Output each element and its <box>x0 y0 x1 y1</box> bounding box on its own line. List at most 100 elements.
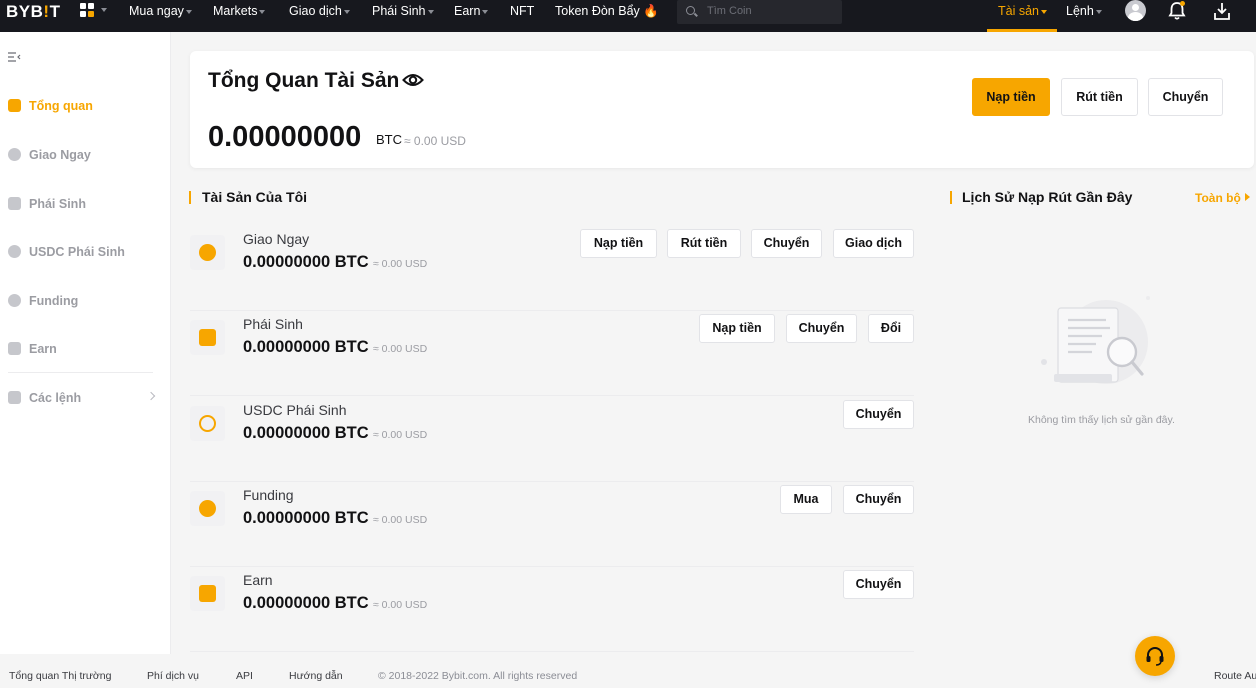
asset-overview-card: Tổng Quan Tài Sản 0.00000000 BTC ≈ 0.00 … <box>190 51 1254 168</box>
nav-item-4[interactable]: Earn <box>454 3 489 19</box>
funding-icon <box>8 294 21 307</box>
footer-link-guide[interactable]: Hướng dẫn <box>289 669 343 683</box>
nav-item-label: Markets <box>213 4 258 18</box>
footer-link-api[interactable]: API <box>236 669 253 683</box>
sidebar-item-4[interactable]: Funding <box>0 291 171 313</box>
asset-name: Earn <box>243 572 273 588</box>
asset-row: Phái Sinh 0.00000000 BTC ≈ 0.00 USD Nạp tiề… <box>190 311 914 396</box>
sidebar: Tổng quan Giao Ngay Phái Sinh USDC Phái Sin… <box>0 32 171 654</box>
sidebar-item-1[interactable]: Giao Ngay <box>0 145 171 167</box>
sidebar-item-2[interactable]: Phái Sinh <box>0 194 171 216</box>
asset-action-button[interactable]: Chuyển <box>751 229 822 258</box>
asset-action-button[interactable]: Rút tiền <box>667 229 741 258</box>
sidebar-item-label: Giao Ngay <box>29 148 91 162</box>
view-all-history-link[interactable]: Toàn bộ <box>1195 190 1241 206</box>
nav-item-6[interactable]: Token Đòn Bẩy 🔥 <box>555 3 659 19</box>
arrow-right-icon <box>1245 193 1250 201</box>
nav-item-label: Token Đòn Bẩy 🔥 <box>555 4 659 18</box>
total-balance-usd: ≈ 0.00 USD <box>404 134 466 148</box>
asset-action-button[interactable]: Giao dịch <box>833 229 914 258</box>
asset-action-button[interactable]: Chuyển <box>786 314 857 343</box>
deposit-button[interactable]: Nạp tiền <box>972 78 1050 116</box>
asset-balance: 0.00000000 BTC <box>243 338 369 356</box>
caret-down-icon <box>482 9 489 14</box>
chevron-right-icon <box>146 391 156 401</box>
asset-action-button[interactable]: Nạp tiền <box>580 229 657 258</box>
asset-name: Giao Ngay <box>243 231 310 247</box>
footer-link-fees[interactable]: Phí dịch vụ <box>147 669 199 683</box>
asset-balance-usd: ≈ 0.00 USD <box>373 343 428 355</box>
piggy-bank-icon <box>190 576 225 611</box>
collapse-sidebar-icon[interactable] <box>7 51 21 63</box>
nav-assets-menu[interactable]: Tài sản <box>998 3 1047 19</box>
nav-item-label: Earn <box>454 4 481 18</box>
section-accent-bar <box>950 191 952 204</box>
derivatives-icon <box>8 197 21 210</box>
nav-item-3[interactable]: Phái Sinh <box>372 3 434 19</box>
usdc-icon <box>190 406 225 441</box>
sidebar-item-label: Earn <box>29 342 57 356</box>
avatar[interactable] <box>1125 0 1146 21</box>
footer: Tổng quan Thị trường Phí dịch vụ API Hướ… <box>0 654 1256 688</box>
nav-item-label: Mua ngay <box>129 4 184 18</box>
usdc-icon <box>8 245 21 258</box>
section-accent-bar <box>189 191 191 204</box>
asset-action-button[interactable]: Mua <box>780 485 832 514</box>
sidebar-item-3[interactable]: USDC Phái Sinh <box>0 242 171 264</box>
download-icon[interactable] <box>1212 1 1232 21</box>
sidebar-item-6[interactable]: Các lệnh <box>0 388 171 410</box>
nav-item-0[interactable]: Mua ngay <box>129 3 192 19</box>
footer-copyright: © 2018-2022 Bybit.com. All rights reserv… <box>378 670 578 682</box>
top-navbar: BYB!T Mua ngay Markets Giao dịch Phái Sinh E… <box>0 0 1256 32</box>
search-box[interactable] <box>677 0 842 24</box>
nav-item-1[interactable]: Markets <box>213 3 266 19</box>
sidebar-item-0[interactable]: Tổng quan <box>0 96 171 118</box>
asset-balance-usd: ≈ 0.00 USD <box>373 599 428 611</box>
asset-action-button[interactable]: Nạp tiền <box>699 314 775 343</box>
apps-grid-icon[interactable] <box>80 3 107 19</box>
nav-orders-menu[interactable]: Lệnh <box>1066 3 1102 19</box>
sidebar-item-label: Phái Sinh <box>29 197 86 211</box>
caret-down-icon <box>427 9 434 14</box>
caret-down-icon <box>185 9 192 14</box>
asset-action-button[interactable]: Đổi <box>868 314 914 343</box>
eye-icon[interactable] <box>402 70 424 90</box>
transfer-button[interactable]: Chuyển <box>1148 78 1223 116</box>
asset-row: Earn 0.00000000 BTC ≈ 0.00 USD Chuyển <box>190 567 914 652</box>
caret-down-icon <box>259 9 266 14</box>
asset-balance: 0.00000000 BTC <box>243 424 369 442</box>
total-balance-unit: BTC <box>376 132 402 147</box>
orders-icon <box>8 391 21 404</box>
footer-link-market-overview[interactable]: Tổng quan Thị trường <box>9 669 111 683</box>
sidebar-item-5[interactable]: Earn <box>0 339 171 361</box>
sidebar-divider <box>8 372 153 373</box>
sidebar-item-label: USDC Phái Sinh <box>29 245 125 259</box>
asset-row: Funding 0.00000000 BTC ≈ 0.00 USD Mua Chuyển <box>190 482 914 567</box>
sidebar-item-label: Funding <box>29 294 79 308</box>
asset-balance: 0.00000000 BTC <box>243 253 369 271</box>
empty-history-illustration <box>1041 296 1150 384</box>
bell-icon[interactable] <box>1167 0 1187 22</box>
total-balance: 0.00000000 <box>208 121 362 153</box>
active-tab-underline <box>987 29 1057 32</box>
support-chat-button[interactable] <box>1135 636 1175 676</box>
bybit-logo[interactable]: BYB!T <box>6 1 60 23</box>
asset-action-button[interactable]: Chuyển <box>843 400 914 429</box>
asset-name: USDC Phái Sinh <box>243 402 347 418</box>
asset-action-button[interactable]: Chuyển <box>843 485 914 514</box>
search-input[interactable] <box>707 4 835 18</box>
empty-history-message: Không tìm thấy lịch sử gần đây. <box>1028 414 1175 426</box>
headset-icon <box>1146 647 1164 666</box>
history-title: Lịch Sử Nạp Rút Gần Đây <box>962 189 1133 205</box>
withdraw-button[interactable]: Rút tiền <box>1061 78 1138 116</box>
nav-item-5[interactable]: NFT <box>510 3 534 19</box>
asset-balance-usd: ≈ 0.00 USD <box>373 429 428 441</box>
page-title: Tổng Quan Tài Sản <box>208 69 400 92</box>
nav-item-2[interactable]: Giao dịch <box>289 3 350 19</box>
nav-item-label: NFT <box>510 4 535 18</box>
asset-action-button[interactable]: Chuyển <box>843 570 914 599</box>
asset-balance-usd: ≈ 0.00 USD <box>373 258 428 270</box>
my-assets-title: Tài Sản Của Tôi <box>202 189 308 205</box>
footer-route[interactable]: Route Au <box>1214 669 1256 683</box>
coins-icon <box>190 235 225 270</box>
